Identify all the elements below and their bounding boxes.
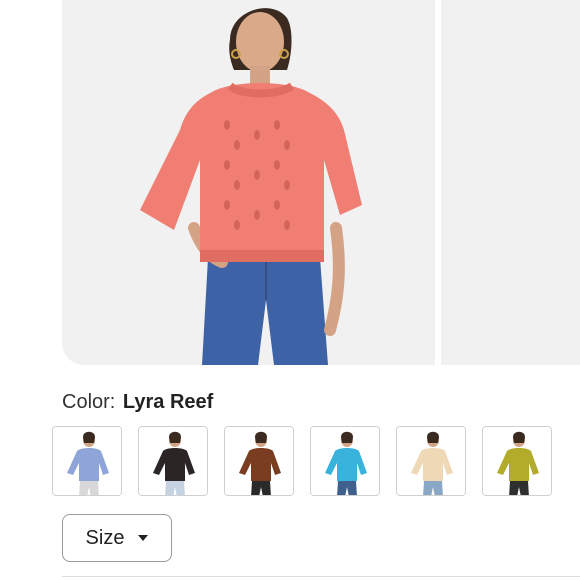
divider: [62, 576, 580, 577]
size-dropdown-button[interactable]: Size: [62, 514, 172, 562]
swatch-model-image: [397, 427, 465, 495]
chevron-down-icon: [138, 535, 149, 541]
size-dropdown-label: Size: [85, 526, 125, 549]
sweater-shape: [140, 83, 362, 262]
color-selection-row: Color: Lyra Reef: [62, 391, 213, 414]
swatch-model-image: [311, 427, 379, 495]
swatch-model-image: [225, 427, 293, 495]
product-image-gallery[interactable]: [62, 0, 580, 365]
color-label: Color:: [62, 391, 116, 413]
color-swatch-olive[interactable]: [482, 426, 552, 496]
swatch-model-image: [483, 427, 551, 495]
color-swatch-aqua[interactable]: [310, 426, 380, 496]
color-swatch-brown[interactable]: [224, 426, 294, 496]
next-product-image[interactable]: [441, 0, 580, 365]
color-swatch-list: [52, 426, 580, 498]
selected-color-value: Lyra Reef: [122, 391, 214, 413]
swatch-model-image: [53, 427, 121, 495]
main-product-image[interactable]: [62, 0, 435, 365]
color-swatch-periwinkle[interactable]: [52, 426, 122, 496]
model-illustration: [140, 8, 362, 365]
color-swatch-cream[interactable]: [396, 426, 466, 496]
color-swatch-black[interactable]: [138, 426, 208, 496]
swatch-model-image: [139, 427, 207, 495]
